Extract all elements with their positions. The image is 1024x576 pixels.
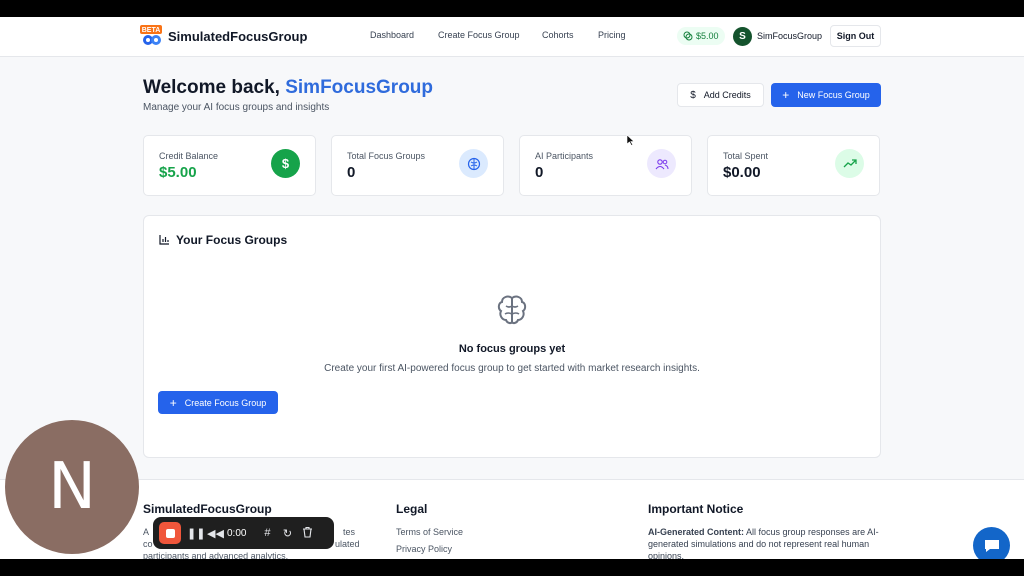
- credit-pill-amount: $5.00: [696, 31, 719, 41]
- footer-notice-line2: generated simulations and do not represe…: [648, 539, 870, 549]
- plus-icon: +: [782, 88, 790, 102]
- stat-value: 0: [347, 164, 356, 181]
- stat-value: $0.00: [723, 164, 761, 181]
- avatar[interactable]: S: [733, 27, 752, 46]
- stat-card-total-focus-groups: Total Focus Groups 0: [331, 135, 504, 196]
- footer-notice-title: Important Notice: [648, 502, 744, 516]
- brand-name[interactable]: SimulatedFocusGroup: [168, 29, 307, 44]
- username[interactable]: SimFocusGroup: [757, 31, 822, 41]
- nav-create-focus-group[interactable]: Create Focus Group: [438, 30, 520, 40]
- sign-out-button[interactable]: Sign Out: [830, 25, 881, 47]
- focus-groups-panel: Your Focus Groups No focus groups yet Cr…: [143, 215, 881, 458]
- pause-icon[interactable]: ❚❚: [187, 527, 205, 540]
- mouse-cursor-icon: [626, 134, 635, 146]
- footer-about-line1-end: tes: [343, 527, 356, 537]
- rewind-icon[interactable]: ◀◀: [207, 527, 224, 540]
- stop-recording-button[interactable]: [159, 522, 181, 544]
- restart-icon[interactable]: ↻: [280, 527, 294, 540]
- screen-recorder-toolbar: ❚❚ ◀◀ 0:00 # ↻: [153, 517, 334, 549]
- footer-link-terms[interactable]: Terms of Service: [396, 526, 463, 538]
- credit-balance-pill[interactable]: $5.00: [677, 27, 725, 45]
- create-focus-group-label: Create Focus Group: [184, 397, 267, 408]
- footer-about-line2-end: ulated: [335, 539, 360, 549]
- create-focus-group-button[interactable]: + Create Focus Group: [158, 391, 278, 414]
- dollar-icon: $: [271, 149, 300, 178]
- footer-about-line1: A: [143, 527, 150, 537]
- trash-icon[interactable]: [300, 526, 314, 541]
- footer: SimulatedFocusGroup A tes co ulated part…: [0, 479, 1024, 559]
- add-credits-label: Add Credits: [703, 90, 751, 100]
- welcome-username: SimFocusGroup: [285, 77, 434, 98]
- stat-label: AI Participants: [535, 151, 594, 161]
- chat-icon: [984, 539, 999, 552]
- footer-about-line3: participants and advanced analytics.: [143, 551, 289, 559]
- trending-up-icon: [835, 149, 864, 178]
- brain-icon: [497, 295, 527, 325]
- coins-icon: [683, 31, 693, 41]
- new-focus-group-button[interactable]: + New Focus Group: [771, 83, 881, 107]
- add-credits-button[interactable]: $ Add Credits: [677, 83, 764, 107]
- notice-line1: All focus group responses are AI-: [744, 527, 879, 537]
- page-title: Welcome back, SimFocusGroup: [143, 77, 433, 99]
- footer-about-line2: co: [143, 539, 153, 549]
- dollar-icon: $: [690, 89, 696, 101]
- webcam-avatar[interactable]: N: [5, 420, 139, 554]
- recording-timer: 0:00: [227, 527, 247, 539]
- stat-label: Total Spent: [723, 151, 769, 161]
- stat-card-credit-balance: Credit Balance $5.00 $: [143, 135, 316, 196]
- footer-brand-title: SimulatedFocusGroup: [143, 502, 272, 516]
- footer-legal-title: Legal: [396, 502, 428, 516]
- logo-icon[interactable]: BETA: [139, 24, 165, 48]
- stat-label: Total Focus Groups: [347, 151, 426, 161]
- top-nav: BETA SimulatedFocusGroup Dashboard Creat…: [0, 17, 1024, 57]
- welcome-prefix: Welcome back,: [143, 77, 286, 98]
- nav-dashboard[interactable]: Dashboard: [370, 30, 414, 40]
- notice-bold: AI-Generated Content:: [648, 527, 745, 537]
- nav-pricing[interactable]: Pricing: [598, 30, 626, 40]
- stat-label: Credit Balance: [159, 151, 219, 161]
- panel-title: Your Focus Groups: [176, 233, 288, 247]
- users-icon: [647, 149, 676, 178]
- stat-value: 0: [535, 164, 544, 181]
- empty-state-title: No focus groups yet: [458, 343, 566, 355]
- stat-value: $5.00: [159, 164, 197, 181]
- bar-chart-icon: [159, 235, 169, 245]
- empty-state-text: Create your first AI-powered focus group…: [324, 363, 700, 374]
- beta-badge: BETA: [142, 27, 161, 34]
- app-window: BETA SimulatedFocusGroup Dashboard Creat…: [0, 17, 1024, 559]
- grid-icon[interactable]: #: [260, 527, 274, 539]
- footer-link-privacy[interactable]: Privacy Policy: [396, 543, 452, 555]
- nav-cohorts[interactable]: Cohorts: [542, 30, 574, 40]
- chat-widget-button[interactable]: [973, 527, 1010, 559]
- footer-notice-text: AI-Generated Content: All focus group re…: [648, 526, 879, 538]
- page-subtitle: Manage your AI focus groups and insights: [143, 102, 330, 113]
- stat-card-ai-participants: AI Participants 0: [519, 135, 692, 196]
- new-focus-group-label: New Focus Group: [797, 90, 870, 100]
- footer-notice-line3: opinions.: [648, 551, 685, 559]
- brain-icon: [459, 149, 488, 178]
- plus-icon: +: [169, 395, 177, 410]
- stat-card-total-spent: Total Spent $0.00: [707, 135, 880, 196]
